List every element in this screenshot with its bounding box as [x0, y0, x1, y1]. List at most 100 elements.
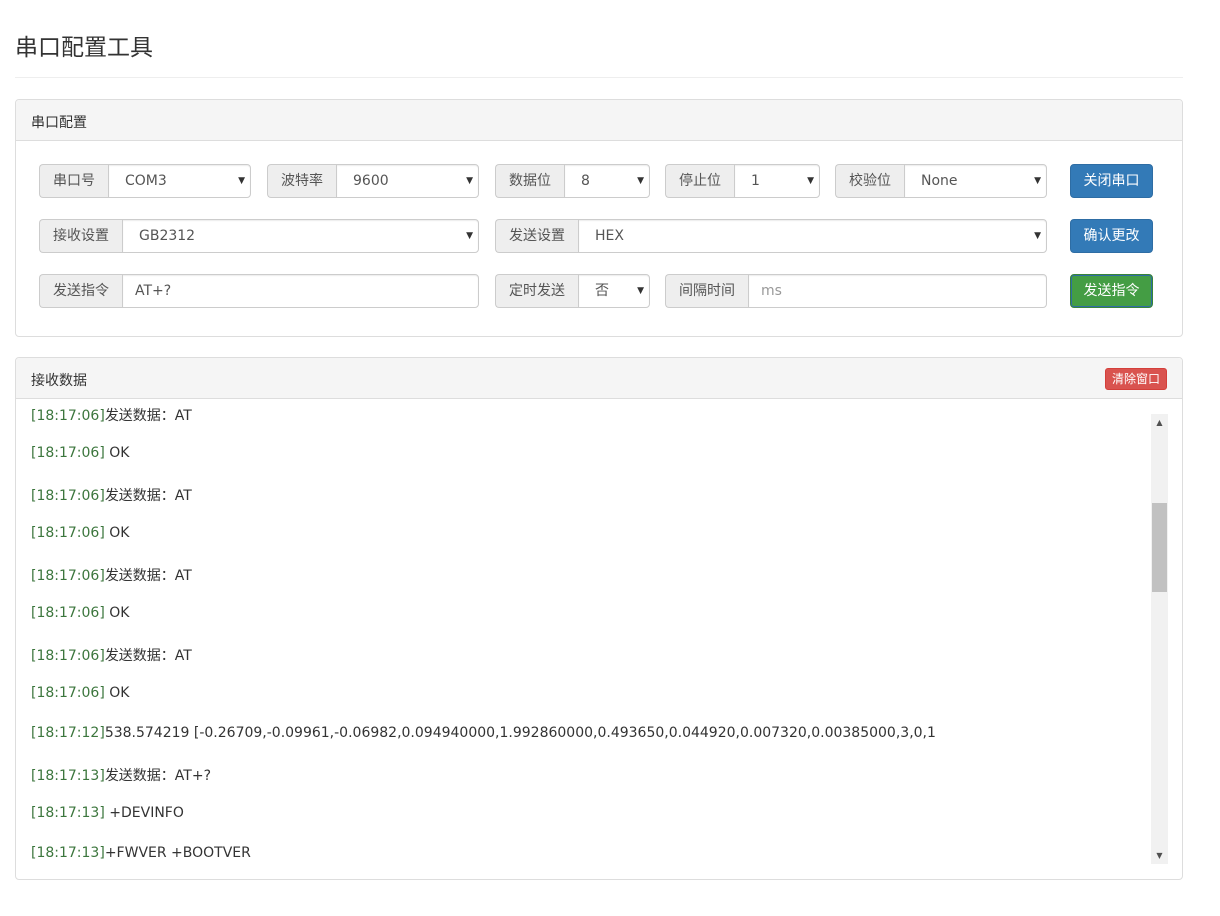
scroll-up-arrow-icon[interactable]: ▲: [1151, 414, 1168, 431]
log-timestamp: [18:17:13]: [31, 845, 105, 861]
recv-setting-label: 接收设置: [39, 219, 122, 253]
send-command-button[interactable]: 发送指令: [1070, 274, 1153, 308]
log-text: 发送数据：AT+?: [104, 768, 212, 784]
port-value: COM3: [125, 173, 167, 189]
databits-label: 数据位: [495, 164, 564, 198]
baud-select[interactable]: 9600 ▼: [336, 164, 479, 198]
close-port-button[interactable]: 关闭串口: [1070, 164, 1153, 198]
log-text: OK: [104, 605, 130, 621]
log-line: [18:17:13]发送数据：AT+?: [31, 765, 211, 785]
command-label: 发送指令: [39, 274, 122, 308]
caret-down-icon: ▼: [466, 231, 473, 241]
parity-select[interactable]: None ▼: [904, 164, 1047, 198]
recv-setting-group: 接收设置 GB2312 ▼: [39, 219, 479, 253]
stopbits-select[interactable]: 1 ▼: [734, 164, 820, 198]
log-line: [18:17:06]发送数据：AT: [31, 645, 192, 665]
log-timestamp: [18:17:06]: [31, 488, 105, 504]
interval-placeholder: ms: [761, 283, 782, 299]
command-input[interactable]: AT+?: [122, 274, 479, 308]
log-text: 538.574219 [-0.26709,-0.09961,-0.06982,0…: [104, 725, 936, 741]
log-timestamp: [18:17:06]: [31, 408, 105, 424]
timed-send-select[interactable]: 否 ▼: [578, 274, 650, 308]
log-timestamp: [18:17:06]: [31, 445, 105, 461]
caret-down-icon: ▼: [637, 286, 644, 296]
log-timestamp: [18:17:06]: [31, 648, 105, 664]
baud-value: 9600: [353, 173, 389, 189]
caret-down-icon: ▼: [238, 176, 245, 186]
scroll-thumb[interactable]: [1152, 503, 1167, 592]
timed-send-group: 定时发送 否 ▼: [495, 274, 650, 308]
caret-down-icon: ▼: [1034, 176, 1041, 186]
log-text: 发送数据：AT: [104, 648, 192, 664]
receive-data-panel: 接收数据 清除窗口 [18:17:06]发送数据：AT [18:17:06] O…: [15, 357, 1183, 880]
serial-config-panel: 串口配置 串口号 COM3 ▼ 波特率 9600 ▼ 数据位 8 ▼ 停止位 1…: [15, 99, 1183, 337]
clear-window-button[interactable]: 清除窗口: [1104, 368, 1167, 390]
send-setting-select[interactable]: HEX ▼: [578, 219, 1047, 253]
log-line: [18:17:06]发送数据：AT: [31, 565, 192, 585]
port-label: 串口号: [39, 164, 108, 198]
recv-setting-select[interactable]: GB2312 ▼: [122, 219, 479, 253]
log-line: [18:17:06] OK: [31, 525, 129, 541]
caret-down-icon: ▼: [807, 176, 814, 186]
port-select[interactable]: COM3 ▼: [108, 164, 251, 198]
caret-down-icon: ▼: [637, 176, 644, 186]
timed-send-value: 否: [595, 283, 609, 299]
caret-down-icon: ▼: [466, 176, 473, 186]
log-timestamp: [18:17:12]: [31, 725, 105, 741]
log-line: [18:17:06]发送数据：AT: [31, 405, 192, 425]
stopbits-value: 1: [751, 173, 760, 189]
port-group: 串口号 COM3 ▼: [39, 164, 251, 198]
log-timestamp: [18:17:06]: [31, 525, 105, 541]
timed-send-label: 定时发送: [495, 274, 578, 308]
log-line: [18:17:13] +DEVINFO: [31, 805, 184, 821]
recv-setting-value: GB2312: [139, 228, 196, 244]
title-divider: [15, 77, 1183, 78]
confirm-change-button[interactable]: 确认更改: [1070, 219, 1153, 253]
caret-down-icon: ▼: [1034, 231, 1041, 241]
parity-label: 校验位: [835, 164, 904, 198]
log-line: [18:17:13]+FWVER +BOOTVER: [31, 845, 251, 861]
parity-value: None: [921, 173, 958, 189]
databits-group: 数据位 8 ▼: [495, 164, 650, 198]
stopbits-group: 停止位 1 ▼: [665, 164, 820, 198]
log-line: [18:17:06] OK: [31, 445, 129, 461]
scroll-down-arrow-icon[interactable]: ▼: [1151, 847, 1168, 864]
log-timestamp: [18:17:06]: [31, 605, 105, 621]
log-text: OK: [104, 445, 130, 461]
command-group: 发送指令 AT+?: [39, 274, 479, 308]
config-panel-heading: 串口配置: [16, 100, 1182, 141]
receive-panel-heading: 接收数据 清除窗口: [16, 358, 1182, 399]
receive-panel-title: 接收数据: [31, 373, 87, 389]
log-timestamp: [18:17:13]: [31, 768, 105, 784]
log-text: OK: [104, 525, 130, 541]
send-setting-label: 发送设置: [495, 219, 578, 253]
receive-log[interactable]: [18:17:06]发送数据：AT [18:17:06] OK [18:17:0…: [16, 399, 1166, 863]
log-timestamp: [18:17:06]: [31, 568, 105, 584]
baud-group: 波特率 9600 ▼: [267, 164, 479, 198]
page-title: 串口配置工具: [15, 35, 153, 61]
interval-input[interactable]: ms: [748, 274, 1047, 308]
stopbits-label: 停止位: [665, 164, 734, 198]
log-scrollbar[interactable]: ▲ ▼: [1151, 414, 1168, 864]
databits-value: 8: [581, 173, 590, 189]
log-line: [18:17:12]538.574219 [-0.26709,-0.09961,…: [31, 725, 936, 741]
log-text: 发送数据：AT: [104, 488, 192, 504]
log-line: [18:17:06] OK: [31, 605, 129, 621]
interval-group: 间隔时间 ms: [665, 274, 1047, 308]
log-timestamp: [18:17:13]: [31, 805, 105, 821]
send-setting-value: HEX: [595, 228, 624, 244]
config-panel-title: 串口配置: [31, 115, 87, 131]
command-value: AT+?: [135, 283, 172, 299]
log-text: 发送数据：AT: [104, 408, 192, 424]
log-text: OK: [104, 685, 130, 701]
log-line: [18:17:06]发送数据：AT: [31, 485, 192, 505]
log-text: 发送数据：AT: [104, 568, 192, 584]
log-text: +FWVER +BOOTVER: [104, 845, 251, 861]
send-setting-group: 发送设置 HEX ▼: [495, 219, 1047, 253]
databits-select[interactable]: 8 ▼: [564, 164, 650, 198]
baud-label: 波特率: [267, 164, 336, 198]
log-text: +DEVINFO: [104, 805, 184, 821]
log-timestamp: [18:17:06]: [31, 685, 105, 701]
log-line: [18:17:06] OK: [31, 685, 129, 701]
interval-label: 间隔时间: [665, 274, 748, 308]
